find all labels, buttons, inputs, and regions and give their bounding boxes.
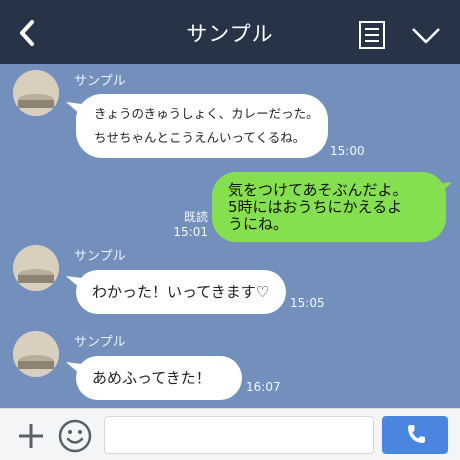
menu-button[interactable]	[358, 20, 386, 50]
bubble-tail	[438, 182, 452, 196]
message-bubble[interactable]: わかった！いってきます♡	[76, 270, 286, 314]
message-time: 15:05	[290, 296, 325, 310]
call-button[interactable]	[382, 416, 448, 454]
avatar[interactable]	[13, 331, 59, 377]
message-bubble[interactable]: きょうのきゅうしょく、カレーだった。 ちせちゃんとこうえんいってくるね。	[76, 94, 328, 158]
menu-list-icon	[359, 21, 385, 49]
avatar-image	[13, 70, 59, 116]
compose-bar	[0, 408, 460, 460]
chevron-down-icon	[412, 28, 440, 44]
message-text: 気をつけてあそぶんだよ。 5時にはおうちにかえるよ うにね。	[228, 181, 408, 233]
message-text: きょうのきゅうしょく、カレーだった。 ちせちゃんとこうえんいってくるね。	[94, 106, 319, 145]
read-receipt: 既読 15:01	[168, 210, 208, 240]
message-bubble[interactable]: あめふってきた！	[76, 356, 242, 400]
message-time: 15:00	[330, 144, 365, 158]
smiley-icon	[58, 419, 92, 453]
my-message-bubble[interactable]: 気をつけてあそぶんだよ。 5時にはおうちにかえるよ うにね。	[212, 172, 446, 242]
emoji-button[interactable]	[58, 419, 92, 453]
phone-icon	[408, 425, 425, 443]
avatar[interactable]	[13, 245, 59, 291]
message-text: わかった！いってきます♡	[92, 283, 270, 301]
dropdown-button[interactable]	[410, 24, 442, 48]
chat-header: サンプル	[0, 0, 460, 64]
avatar[interactable]	[13, 70, 59, 116]
plus-icon	[19, 424, 43, 448]
message-input[interactable]	[104, 416, 374, 454]
message-time: 15:01	[173, 225, 208, 239]
sender-name: サンプル	[74, 74, 126, 89]
avatar-image	[13, 245, 59, 291]
read-label: 既読	[183, 210, 208, 224]
chat-title: サンプル	[186, 22, 274, 46]
message-time: 16:07	[246, 380, 281, 394]
message-list[interactable]: サンプル きょうのきゅうしょく、カレーだった。 ちせちゃんとこうえんいってくるね…	[0, 64, 460, 408]
sender-name: サンプル	[74, 249, 126, 264]
message-text: あめふってきた！	[92, 369, 211, 387]
sender-name: サンプル	[74, 335, 126, 350]
avatar-image	[13, 331, 59, 377]
add-button[interactable]	[16, 421, 46, 451]
